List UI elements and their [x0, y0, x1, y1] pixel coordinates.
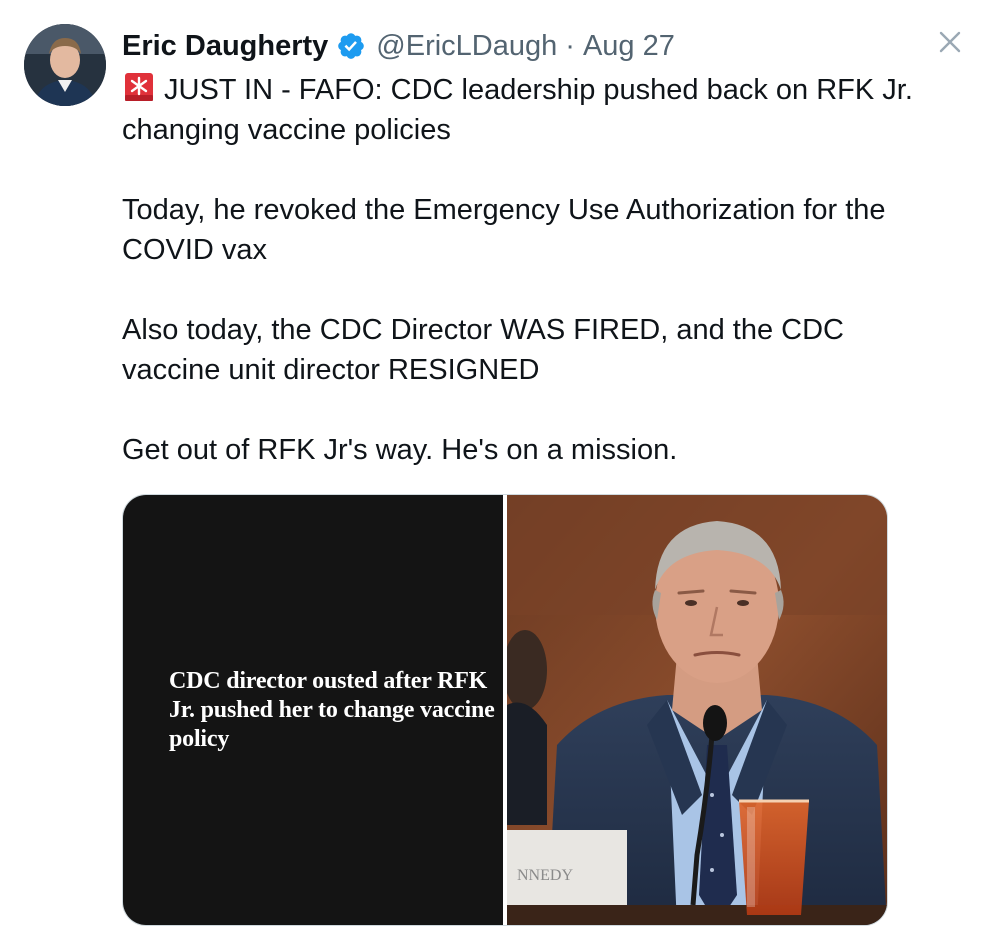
- nameplate-text: NNEDY: [517, 867, 573, 884]
- verified-badge-icon: [338, 33, 365, 59]
- avatar[interactable]: [24, 24, 106, 106]
- hearing-photo: NNEDY: [507, 495, 887, 925]
- media-photo-panel[interactable]: NNEDY: [507, 495, 887, 925]
- tweet-paragraph-2: Today, he revoked the Emergency Use Auth…: [122, 194, 886, 266]
- avatar-photo: [24, 24, 106, 106]
- tweet-paragraph-3: Also today, the CDC Director WAS FIRED, …: [122, 314, 844, 386]
- tweet-date[interactable]: Aug 27: [583, 30, 675, 63]
- close-icon[interactable]: [936, 28, 964, 56]
- siren-emoji-icon: [125, 73, 153, 101]
- tweet-paragraph-1: JUST IN - FAFO: CDC leadership pushed ba…: [122, 70, 922, 150]
- tweet-paragraph-1-text: JUST IN - FAFO: CDC leadership pushed ba…: [122, 74, 913, 146]
- media-headline-panel[interactable]: CDC director ousted after RFK Jr. pushed…: [123, 495, 503, 925]
- media-headline: CDC director ousted after RFK Jr. pushed…: [169, 668, 495, 752]
- user-handle[interactable]: @EricLDaugh: [376, 30, 557, 63]
- display-name[interactable]: Eric Daugherty: [122, 30, 328, 63]
- tweet-card: Eric Daugherty @EricLDaugh · Aug 27 JUST…: [0, 0, 986, 946]
- tweet-text: JUST IN - FAFO: CDC leadership pushed ba…: [122, 70, 922, 470]
- tweet-media[interactable]: CDC director ousted after RFK Jr. pushed…: [122, 494, 888, 926]
- tweet-paragraph-4: Get out of RFK Jr's way. He's on a missi…: [122, 434, 678, 466]
- separator-dot: ·: [565, 29, 575, 62]
- tweet-header: Eric Daugherty @EricLDaugh · Aug 27: [122, 26, 675, 66]
